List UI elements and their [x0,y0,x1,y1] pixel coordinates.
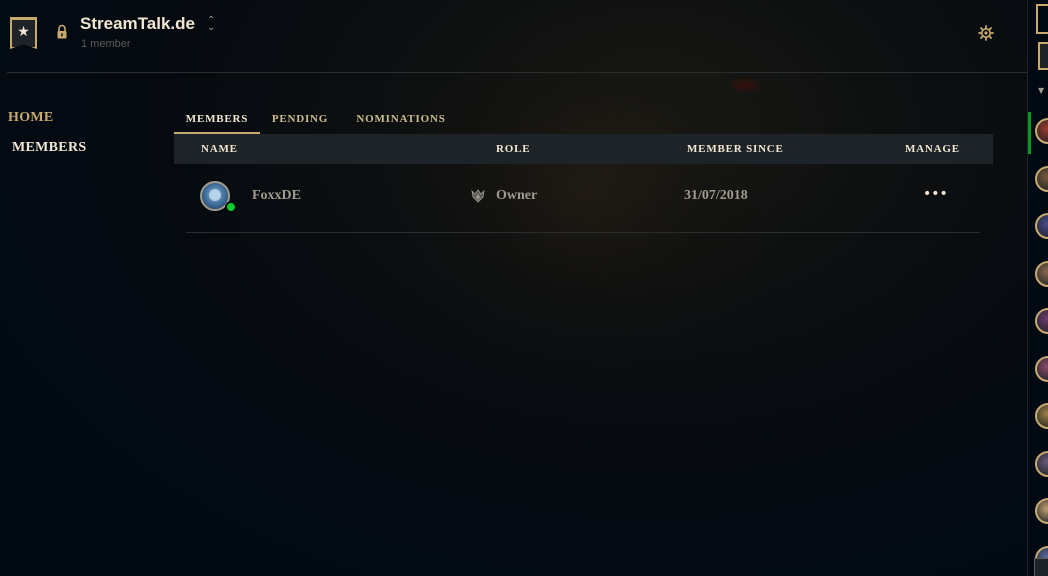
member-name[interactable]: FoxxDE [252,188,301,204]
nav-home[interactable]: HOME [8,110,54,126]
rail-club-banner[interactable] [1038,42,1048,70]
column-header-name[interactable]: NAME [201,134,238,164]
members-table-header: NAME ROLE MEMBER SINCE MANAGE [174,134,993,164]
column-header-role[interactable]: ROLE [496,134,530,164]
friend-avatar[interactable] [1035,118,1048,144]
row-divider [186,232,980,233]
header-divider [7,72,1027,73]
club-name[interactable]: StreamTalk.de [80,14,195,34]
friend-avatar[interactable] [1035,403,1048,429]
friends-rail: ▼ [1027,0,1048,576]
rail-active-indicator [1028,112,1031,154]
club-members-page: ★ StreamTalk.de ⌃ ⌄ 1 member HOME MEMBER… [0,0,1048,576]
tab-pending[interactable]: PENDING [266,104,334,134]
online-status-dot [225,201,237,213]
friend-avatar[interactable] [1035,498,1048,524]
column-header-manage: MANAGE [905,143,960,155]
friend-avatar[interactable] [1035,450,1048,477]
friend-avatar[interactable] [1035,165,1048,192]
club-switch-chevron-icon[interactable]: ⌃ ⌄ [207,16,215,33]
member-role: Owner [496,188,538,203]
star-banner-icon[interactable]: ★ [10,17,37,49]
column-header-member-since[interactable]: MEMBER SINCE [687,134,784,164]
friend-avatar[interactable] [1035,308,1048,334]
caret-down-icon[interactable]: ▼ [1038,86,1044,95]
friend-avatar[interactable] [1035,213,1048,239]
background-art-eye [730,78,760,92]
tab-members[interactable]: MEMBERS [174,104,260,135]
gear-icon[interactable] [978,25,994,41]
nav-members[interactable]: MEMBERS [12,140,86,156]
manage-more-button[interactable]: ••• [923,186,948,206]
member-count: 1 member [81,38,131,50]
crest-icon [471,189,485,203]
tab-nominations[interactable]: NOMINATIONS [348,104,454,134]
member-since-date: 31/07/2018 [684,188,748,203]
friend-avatar[interactable] [1035,260,1048,287]
friend-avatar[interactable] [1035,355,1048,382]
rail-bottom-button[interactable] [1034,558,1048,576]
lock-icon [57,24,67,39]
table-row[interactable]: FoxxDE Owner 31/07/2018 ••• [174,170,993,222]
club-header: ★ StreamTalk.de ⌃ ⌄ 1 member [0,0,1028,73]
rail-profile-banner[interactable] [1036,4,1048,34]
